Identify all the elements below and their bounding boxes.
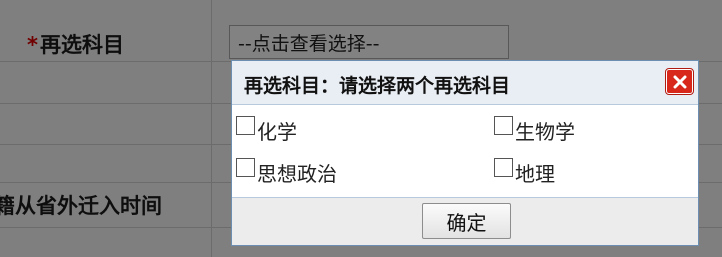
option-geography-label: 地理 bbox=[515, 162, 555, 186]
option-chemistry-label: 化学 bbox=[257, 120, 297, 144]
close-button[interactable] bbox=[665, 68, 694, 95]
elective-subjects-dialog: 再选科目：请选择两个再选科目 化学 生物学 思想政治 地理 确定 bbox=[231, 60, 699, 246]
dialog-body: 化学 生物学 思想政治 地理 bbox=[232, 105, 698, 197]
option-chemistry[interactable]: 化学 bbox=[236, 116, 297, 145]
dialog-footer: 确定 bbox=[232, 197, 698, 245]
close-icon bbox=[673, 75, 686, 88]
option-biology[interactable]: 生物学 bbox=[494, 116, 575, 145]
option-politics-label: 思想政治 bbox=[257, 162, 337, 186]
checkbox-politics[interactable] bbox=[236, 158, 255, 177]
checkbox-geography[interactable] bbox=[494, 158, 513, 177]
option-politics[interactable]: 思想政治 bbox=[236, 158, 337, 187]
dialog-title: 再选科目：请选择两个再选科目 bbox=[244, 75, 511, 97]
checkbox-biology[interactable] bbox=[494, 116, 513, 135]
dialog-header: 再选科目：请选择两个再选科目 bbox=[232, 61, 698, 105]
option-geography[interactable]: 地理 bbox=[494, 158, 555, 187]
checkbox-chemistry[interactable] bbox=[236, 116, 255, 135]
confirm-button[interactable]: 确定 bbox=[422, 203, 511, 239]
option-biology-label: 生物学 bbox=[515, 120, 575, 144]
